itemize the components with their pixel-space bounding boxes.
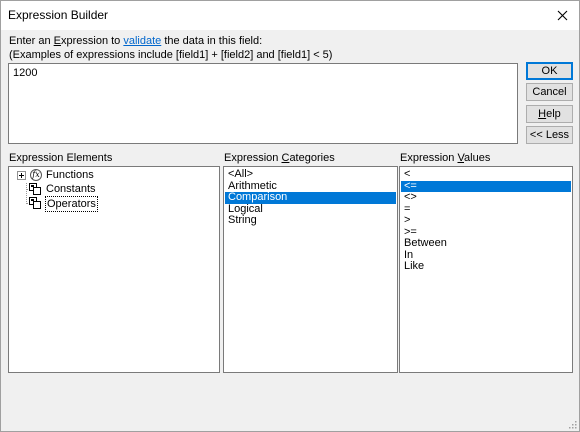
- prompt-text: the data in this field:: [161, 35, 263, 47]
- help-label: elp: [546, 108, 561, 120]
- dialog-title: Expression Builder: [8, 8, 109, 22]
- elements-tree[interactable]: fx Functions Constants Operators: [8, 166, 220, 373]
- category-item-selected[interactable]: Comparison: [225, 191, 396, 204]
- category-item[interactable]: <All>: [225, 168, 396, 181]
- value-item-selected[interactable]: <=: [401, 180, 571, 192]
- prompt-line-1: Enter an Expression to validate the data…: [9, 34, 262, 48]
- validate-link[interactable]: validate: [123, 35, 161, 47]
- prompt-text: Enter an: [9, 35, 54, 47]
- value-item[interactable]: In: [401, 249, 571, 262]
- expand-icon[interactable]: [17, 171, 26, 180]
- prompt-accelerator: E: [53, 35, 61, 47]
- tree-item-label: Operators: [45, 196, 98, 212]
- constants-icon: [29, 183, 41, 195]
- elements-label: Expression Elements: [9, 152, 113, 164]
- value-item[interactable]: Like: [401, 260, 571, 273]
- close-button[interactable]: [545, 1, 579, 30]
- prompt-text: xpression to: [60, 35, 124, 47]
- help-accelerator: H: [538, 108, 547, 120]
- less-button[interactable]: << Less: [526, 126, 573, 144]
- category-item[interactable]: String: [225, 214, 396, 227]
- ok-button[interactable]: OK: [526, 62, 573, 80]
- categories-label-text: ategories: [289, 152, 335, 164]
- tree-item-label: Constants: [46, 183, 96, 195]
- operators-icon: [29, 197, 41, 209]
- value-item[interactable]: >: [401, 214, 571, 227]
- value-item[interactable]: Between: [401, 237, 571, 250]
- resize-grip-icon[interactable]: [567, 419, 577, 429]
- value-item[interactable]: <>: [401, 191, 571, 204]
- value-item[interactable]: =: [401, 203, 571, 216]
- title-bar: Expression Builder: [1, 1, 579, 30]
- tree-connector: [26, 183, 27, 204]
- categories-list[interactable]: <All> Arithmetic Comparison Logical Stri…: [223, 166, 398, 373]
- expression-builder-dialog: Expression Builder Enter an Expression t…: [0, 0, 580, 432]
- categories-label-text: Expression: [224, 152, 282, 164]
- function-icon: fx: [30, 169, 42, 181]
- prompt-line-2: (Examples of expressions include [field1…: [9, 49, 333, 61]
- categories-label: Expression Categories: [224, 152, 335, 164]
- close-icon: [557, 10, 567, 21]
- values-label-text: alues: [464, 152, 491, 164]
- expression-input[interactable]: 1200: [8, 63, 518, 144]
- cancel-button[interactable]: Cancel: [526, 83, 573, 101]
- help-button[interactable]: Help: [526, 105, 573, 123]
- values-list[interactable]: < <= <> = > >= Between In Like: [399, 166, 573, 373]
- value-item[interactable]: <: [401, 168, 571, 181]
- tree-item-label: Functions: [46, 169, 94, 181]
- values-label: Expression Values: [400, 152, 490, 164]
- values-label-text: Expression: [400, 152, 458, 164]
